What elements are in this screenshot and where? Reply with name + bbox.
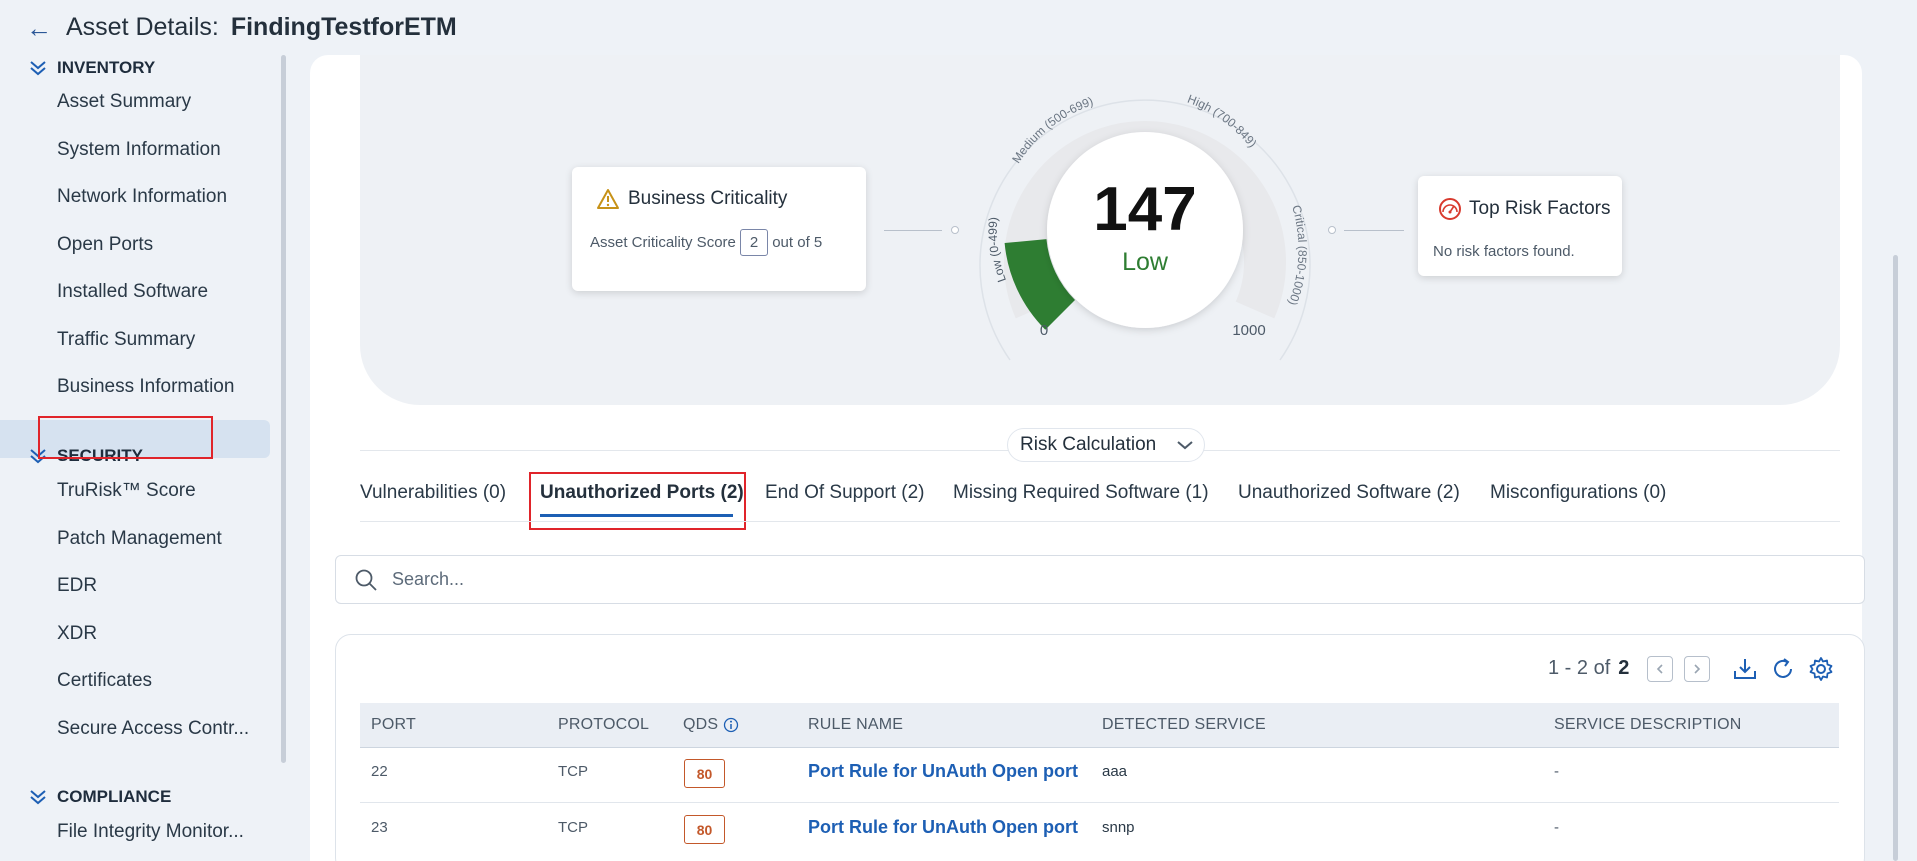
business-criticality-title: Business Criticality: [596, 188, 787, 210]
section-compliance[interactable]: COMPLIANCE: [28, 787, 171, 807]
cell-detected-service: snnp: [1102, 819, 1135, 836]
tab-unauthorized-software[interactable]: Unauthorized Software (2): [1238, 482, 1460, 504]
section-compliance-label: COMPLIANCE: [57, 787, 172, 806]
sidebar-item-business-information[interactable]: Business Information: [57, 376, 257, 398]
chevron-down-icon: [1177, 441, 1193, 450]
previous-page-button[interactable]: [1647, 656, 1673, 682]
speedometer-icon: [1439, 198, 1461, 220]
tab-missing-required-software[interactable]: Missing Required Software (1): [953, 482, 1209, 504]
section-inventory-label: INVENTORY: [57, 58, 156, 77]
gear-icon[interactable]: [1807, 655, 1835, 683]
connector-line-left: [884, 230, 942, 231]
search-bar: [335, 555, 1865, 604]
trurisk-gauge: 147 Low 0 1000 Low (0-499) Medium (500-6…: [979, 92, 1311, 361]
asset-criticality-row: Asset Criticality Score 2 out of 5: [590, 229, 822, 256]
column-header-port[interactable]: PORT: [371, 716, 416, 734]
gauge-level: Low: [1122, 248, 1169, 276]
qds-badge: 80: [684, 815, 725, 844]
rule-name-link[interactable]: Port Rule for UnAuth Open port: [808, 817, 1078, 838]
cell-service-description: -: [1554, 819, 1559, 836]
asset-criticality-score: 2: [739, 229, 769, 256]
chevron-left-icon: [1656, 664, 1663, 674]
sidebar-item-network-information[interactable]: Network Information: [57, 186, 257, 208]
connector-line-right: [1344, 230, 1404, 231]
sidebar-item-patch-management[interactable]: Patch Management: [57, 528, 257, 550]
tabs-divider-bottom: [360, 521, 1840, 522]
warning-icon: [597, 189, 619, 209]
gauge-min-label: 0: [1040, 322, 1048, 339]
band-label-critical: Critical (850-1000): [1286, 204, 1310, 308]
asset-criticality-label: Asset Criticality Score: [590, 234, 736, 251]
column-header-protocol[interactable]: PROTOCOL: [558, 716, 649, 734]
tab-end-of-support[interactable]: End Of Support (2): [765, 482, 924, 504]
sidebar-item-installed-software[interactable]: Installed Software: [57, 281, 257, 303]
gauge-score: 147: [1093, 175, 1196, 244]
sidebar-item-certificates[interactable]: Certificates: [57, 670, 257, 692]
rule-name-link[interactable]: Port Rule for UnAuth Open port: [808, 761, 1078, 782]
no-risk-factors-message: No risk factors found.: [1433, 243, 1575, 260]
risk-calculation-label: Risk Calculation: [1020, 434, 1157, 455]
download-icon[interactable]: [1731, 655, 1759, 683]
cell-protocol: TCP: [558, 819, 588, 836]
sidebar-item-traffic-summary[interactable]: Traffic Summary: [57, 329, 257, 351]
pagination-summary: 1 - 2 of 2: [1548, 657, 1629, 680]
cell-detected-service: aaa: [1102, 763, 1128, 780]
qds-badge: 80: [684, 759, 725, 788]
cell-port: 22: [371, 763, 388, 780]
info-icon[interactable]: [723, 717, 739, 733]
asset-criticality-suffix: out of 5: [772, 234, 823, 251]
active-item-highlight-box: [38, 416, 213, 459]
column-header-detected-service[interactable]: DETECTED SERVICE: [1102, 716, 1266, 734]
sidebar-item-asset-summary[interactable]: Asset Summary: [57, 91, 257, 113]
page-header: ← Asset Details: FindingTestforETM: [0, 0, 1917, 55]
column-header-qds[interactable]: QDS: [683, 716, 739, 734]
page-title: Asset Details:: [66, 13, 219, 41]
cell-protocol: TCP: [558, 763, 588, 780]
arrow-left-icon[interactable]: ←: [26, 15, 52, 41]
top-risk-factors-card: [1418, 176, 1622, 276]
column-header-rule-name[interactable]: RULE NAME: [808, 716, 903, 734]
section-inventory[interactable]: INVENTORY: [28, 58, 155, 78]
tab-misconfigurations[interactable]: Misconfigurations (0): [1490, 482, 1666, 504]
cell-port: 23: [371, 819, 388, 836]
refresh-icon[interactable]: [1769, 655, 1797, 683]
sidebar-item-trurisk-score[interactable]: TruRisk™ Score: [57, 480, 257, 502]
gauge-max-label: 1000: [1232, 322, 1265, 339]
next-page-button[interactable]: [1684, 656, 1710, 682]
search-input[interactable]: [392, 569, 1792, 590]
pagination-range: 1 - 2 of: [1548, 657, 1611, 679]
sidebar-scrollbar[interactable]: [281, 55, 286, 763]
chevron-right-icon: [1694, 664, 1701, 674]
double-chevron-icon: [30, 790, 46, 805]
sidebar-item-open-ports[interactable]: Open Ports: [57, 234, 257, 256]
sidebar-item-xdr[interactable]: XDR: [57, 623, 257, 645]
search-icon: [355, 569, 377, 591]
main-scrollbar[interactable]: [1893, 255, 1898, 861]
risk-calculation-toggle[interactable]: Risk Calculation: [1007, 428, 1205, 462]
pagination-total: 2: [1618, 657, 1630, 679]
top-risk-factors-title: Top Risk Factors: [1437, 197, 1610, 221]
sidebar-item-system-information[interactable]: System Information: [57, 139, 257, 161]
cell-service-description: -: [1554, 763, 1559, 780]
sidebar-item-secure-access-control[interactable]: Secure Access Contr...: [57, 718, 257, 740]
row-divider: [360, 802, 1839, 803]
tab-vulnerabilities[interactable]: Vulnerabilities (0): [360, 482, 506, 504]
asset-name: FindingTestforETM: [230, 13, 457, 41]
sidebar-item-edr[interactable]: EDR: [57, 575, 257, 597]
column-header-service-description[interactable]: SERVICE DESCRIPTION: [1554, 716, 1742, 734]
double-chevron-icon: [30, 61, 46, 76]
sidebar-item-file-integrity-monitoring[interactable]: File Integrity Monitor...: [57, 821, 257, 843]
